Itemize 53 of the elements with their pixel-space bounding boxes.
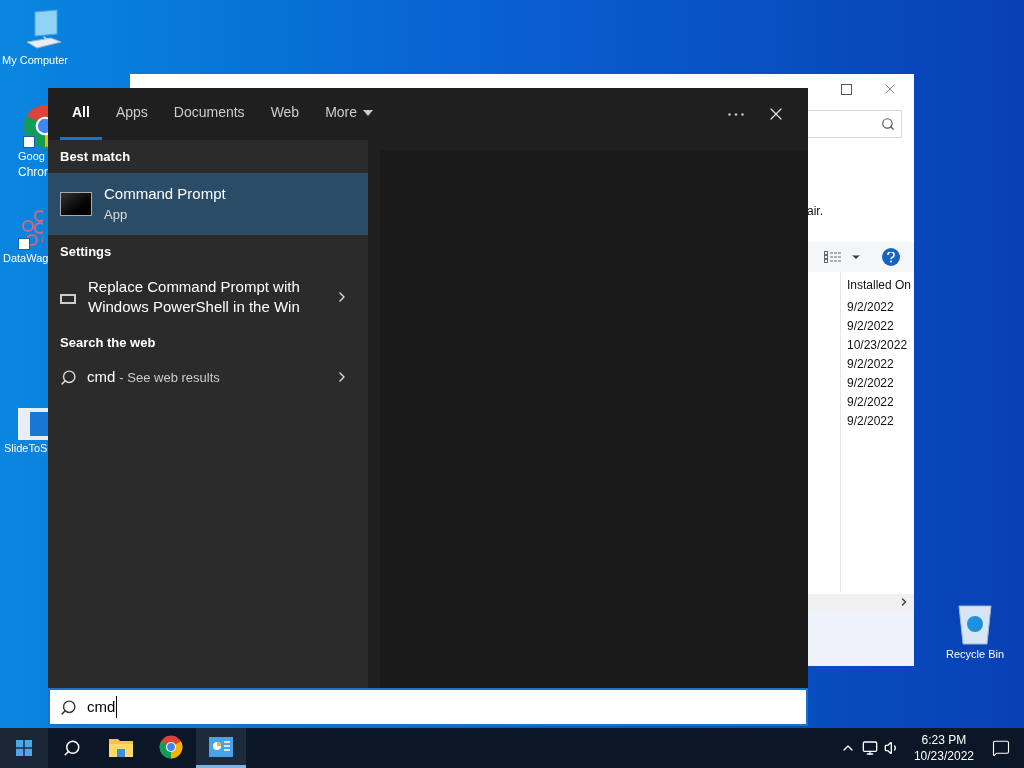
icon-label: My Computer	[1, 53, 69, 68]
search-icon	[63, 739, 81, 757]
search-box[interactable]: cmd	[48, 688, 808, 726]
icon-label: SlideToS	[3, 441, 48, 456]
table-cell-text: 10/23/2022	[847, 337, 909, 354]
table-cell-text: 9/2/2022	[847, 318, 895, 335]
result-item[interactable]: cmd - See web results	[48, 359, 368, 395]
filter-tab[interactable]: Web	[258, 88, 312, 140]
result-title: Replace Command Prompt with Windows PowerShell in the Win	[88, 277, 301, 317]
help-button[interactable]	[882, 248, 900, 266]
icon-label: Recycle Bin	[945, 647, 1005, 662]
result-item[interactable]: Replace Command Prompt with Windows PowerShell in the Win	[48, 268, 368, 326]
question-mark-icon	[887, 251, 895, 263]
result-title: cmd	[87, 366, 116, 387]
more-menu-button[interactable]: More	[313, 88, 386, 140]
table-cell-text: 9/2/2022	[847, 299, 895, 316]
view-list-icon[interactable]	[824, 251, 842, 263]
slide-icon	[18, 408, 48, 440]
chrome-icon	[159, 734, 183, 759]
table-cell-text: 9/2/2022	[847, 356, 895, 373]
search-icon	[881, 117, 895, 131]
description-text: air.	[807, 203, 823, 220]
icon-label: Goog	[17, 149, 45, 164]
result-title: Command Prompt	[104, 184, 226, 204]
start-button[interactable]	[0, 728, 48, 768]
search-text: cmd	[87, 695, 118, 719]
table-cell-text: 9/2/2022	[847, 375, 895, 392]
maximize-button[interactable]	[841, 83, 852, 95]
filter-tab[interactable]: Apps	[103, 88, 160, 140]
taskbar-app[interactable]	[196, 728, 246, 768]
folder-icon	[109, 736, 133, 757]
caret-icon	[363, 109, 374, 116]
filter-tab[interactable]: Documents	[161, 88, 257, 140]
control-panel-icon	[209, 736, 233, 757]
display-icon	[60, 294, 76, 304]
table-cell-text: 9/2/2022	[847, 413, 895, 430]
clock[interactable]: 6:23 PM 10/23/2022	[909, 732, 978, 764]
windows-logo-icon	[16, 740, 32, 756]
result-item[interactable]: Command Prompt App	[48, 173, 368, 235]
search-icon	[60, 698, 77, 716]
terminal-icon	[60, 192, 92, 216]
table-cell-text: 9/2/2022	[847, 394, 895, 411]
icon-label: DataWag	[2, 251, 49, 266]
search-icon	[60, 368, 77, 386]
section-heading: Search the web	[59, 334, 157, 352]
section-heading: Best match	[59, 148, 132, 166]
result-subtitle: - See web results	[119, 368, 220, 387]
result-subtitle: App	[104, 206, 129, 224]
section-heading: Settings	[59, 243, 113, 261]
notifications-icon[interactable]	[992, 739, 1010, 757]
column-header[interactable]: Installed On	[847, 276, 914, 298]
network-icon[interactable]	[861, 740, 878, 756]
ellipsis-icon	[728, 112, 744, 116]
